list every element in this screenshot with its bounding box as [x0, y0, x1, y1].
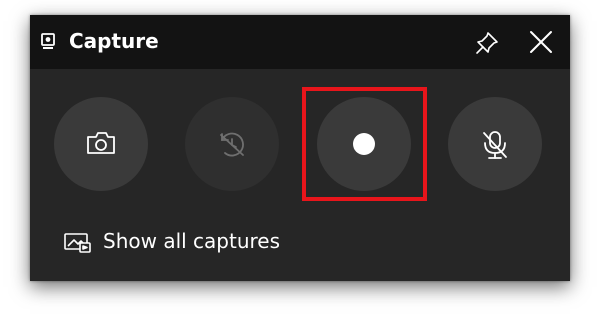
screenshot-button[interactable]: [54, 97, 148, 191]
pin-button[interactable]: [472, 28, 502, 58]
pin-icon: [472, 32, 502, 62]
window-title: Capture: [69, 29, 159, 53]
close-icon: [526, 31, 556, 62]
show-all-captures-label: Show all captures: [103, 229, 281, 253]
widget-icon: [40, 33, 56, 51]
start-recording-button[interactable]: [317, 97, 411, 191]
microphone-button[interactable]: [448, 97, 542, 191]
record-last-button[interactable]: [185, 97, 279, 191]
close-button[interactable]: [526, 28, 556, 58]
capture-widget: Capture Show all captures: [30, 15, 570, 281]
title-bar: Capture: [30, 15, 570, 69]
